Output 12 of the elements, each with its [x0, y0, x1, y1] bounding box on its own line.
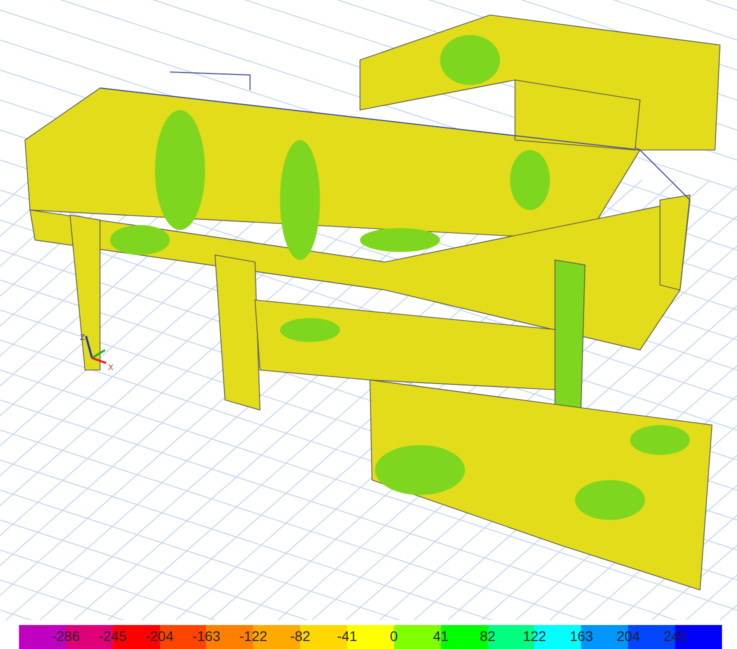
axis-label: X — [108, 363, 114, 372]
legend-value-label: -41 — [336, 628, 358, 644]
legend-value-label: 204 — [616, 628, 640, 644]
legend-value-label: -204 — [146, 628, 174, 644]
legend-value-label: -82 — [290, 628, 310, 644]
legend-value-label: 0 — [390, 628, 398, 644]
legend-value-label: -286 — [52, 628, 80, 644]
legend-value-label: -122 — [239, 628, 268, 644]
legend-value-label: 245 — [663, 628, 687, 644]
legend-value-label: 163 — [570, 628, 594, 644]
legend-value-label: -163 — [192, 628, 220, 644]
axis-triad-icon — [85, 336, 106, 364]
